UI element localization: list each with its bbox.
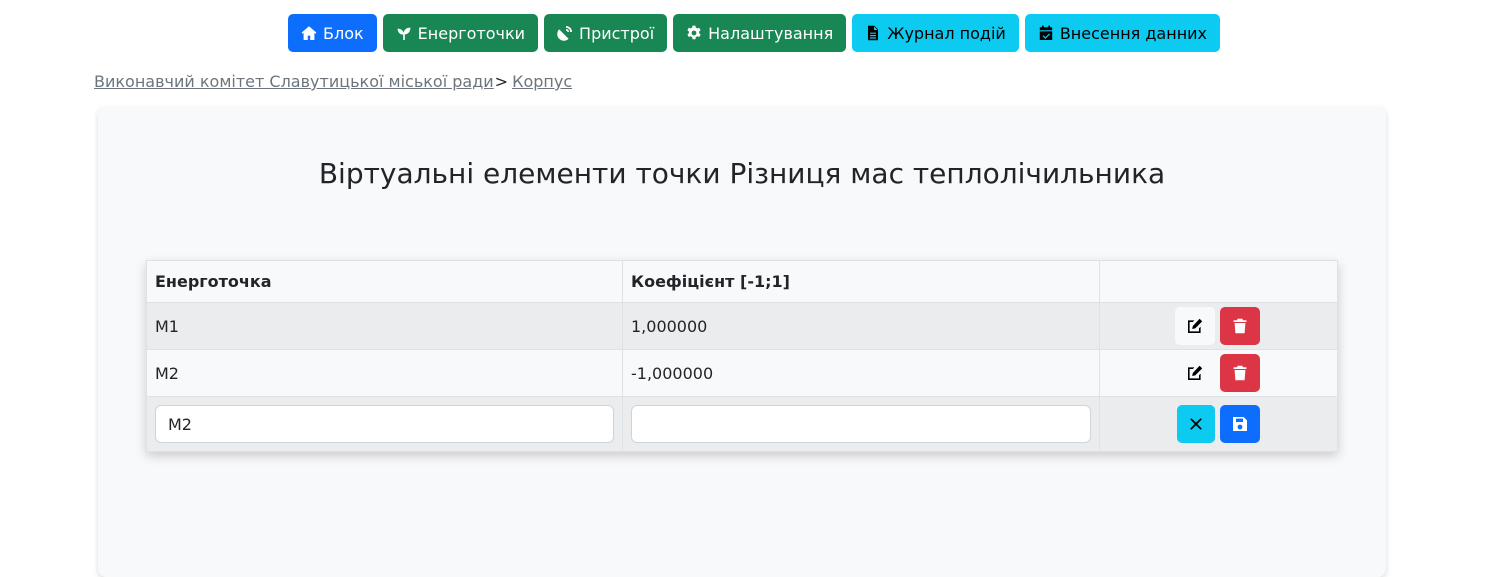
cell-coefficient: 1,000000	[622, 302, 1100, 350]
virtual-elements-table-wrapper: Енерготочка Коефіцієнт [-1;1] М1 1,00000…	[146, 260, 1338, 452]
nav-block-button[interactable]: Блок	[288, 14, 377, 52]
gear-icon	[687, 25, 701, 40]
edit-button[interactable]	[1175, 307, 1215, 345]
cell-actions	[1099, 302, 1338, 350]
calendar-check-icon	[1039, 25, 1053, 40]
cell-energy-point: М2	[146, 349, 623, 397]
edit-icon	[1188, 365, 1203, 380]
breadcrumb-separator: >	[494, 72, 509, 91]
page-title: Віртуальні елементи точки Різниця мас те…	[318, 157, 1166, 190]
nav-energy-points-label: Енерготочки	[417, 23, 526, 43]
energy-point-input[interactable]	[155, 405, 614, 443]
nav-data-entry-label: Внесення данних	[1059, 23, 1208, 43]
nav-energy-points-button[interactable]: Енерготочки	[382, 14, 539, 52]
cell-edit-actions	[1099, 396, 1338, 452]
cell-actions	[1099, 349, 1338, 397]
main-card: Віртуальні елементи точки Різниця мас те…	[98, 107, 1386, 577]
trash-icon	[1233, 365, 1247, 381]
edit-icon	[1188, 318, 1203, 333]
table-header-row: Енерготочка Коефіцієнт [-1;1]	[146, 260, 1338, 303]
breadcrumb-link-building[interactable]: Корпус	[512, 72, 572, 91]
cancel-button[interactable]	[1177, 405, 1215, 443]
delete-button[interactable]	[1220, 354, 1260, 392]
edit-row	[146, 396, 1338, 452]
top-navigation: Блок Енерготочки Пристрої Налаштування Ж…	[288, 14, 1221, 52]
nav-data-entry-button[interactable]: Внесення данних	[1024, 14, 1221, 52]
save-button[interactable]	[1220, 405, 1260, 443]
nav-devices-button[interactable]: Пристрої	[544, 14, 668, 52]
table-row: М2 -1,000000	[146, 349, 1338, 397]
table-row: М1 1,000000	[146, 302, 1338, 350]
floppy-disk-icon	[1233, 417, 1247, 431]
header-actions	[1099, 260, 1338, 303]
cell-coefficient: -1,000000	[622, 349, 1100, 397]
satellite-dish-icon	[557, 26, 573, 41]
cell-energy-point-edit	[146, 396, 623, 452]
nav-devices-label: Пристрої	[579, 23, 655, 43]
header-coefficient: Коефіцієнт [-1;1]	[622, 260, 1100, 303]
cell-coefficient-edit	[622, 396, 1100, 452]
virtual-elements-table: Енерготочка Коефіцієнт [-1;1] М1 1,00000…	[146, 260, 1338, 452]
close-icon	[1190, 418, 1202, 430]
nav-block-label: Блок	[323, 23, 364, 43]
breadcrumb: Виконавчий комітет Славутицької міської …	[94, 72, 572, 91]
trash-icon	[1233, 318, 1247, 334]
nav-settings-button[interactable]: Налаштування	[673, 14, 847, 52]
delete-button[interactable]	[1220, 307, 1260, 345]
nav-event-log-button[interactable]: Журнал подій	[852, 14, 1019, 52]
nav-event-log-label: Журнал подій	[887, 23, 1006, 43]
edit-button[interactable]	[1175, 354, 1215, 392]
home-icon	[301, 26, 317, 40]
cell-energy-point: М1	[146, 302, 623, 350]
sprout-icon	[397, 27, 411, 40]
header-energy-point: Енерготочка	[146, 260, 623, 303]
nav-settings-label: Налаштування	[708, 23, 834, 43]
breadcrumb-link-organization[interactable]: Виконавчий комітет Славутицької міської …	[94, 72, 494, 91]
file-icon	[868, 25, 879, 41]
coefficient-input[interactable]	[631, 405, 1091, 443]
